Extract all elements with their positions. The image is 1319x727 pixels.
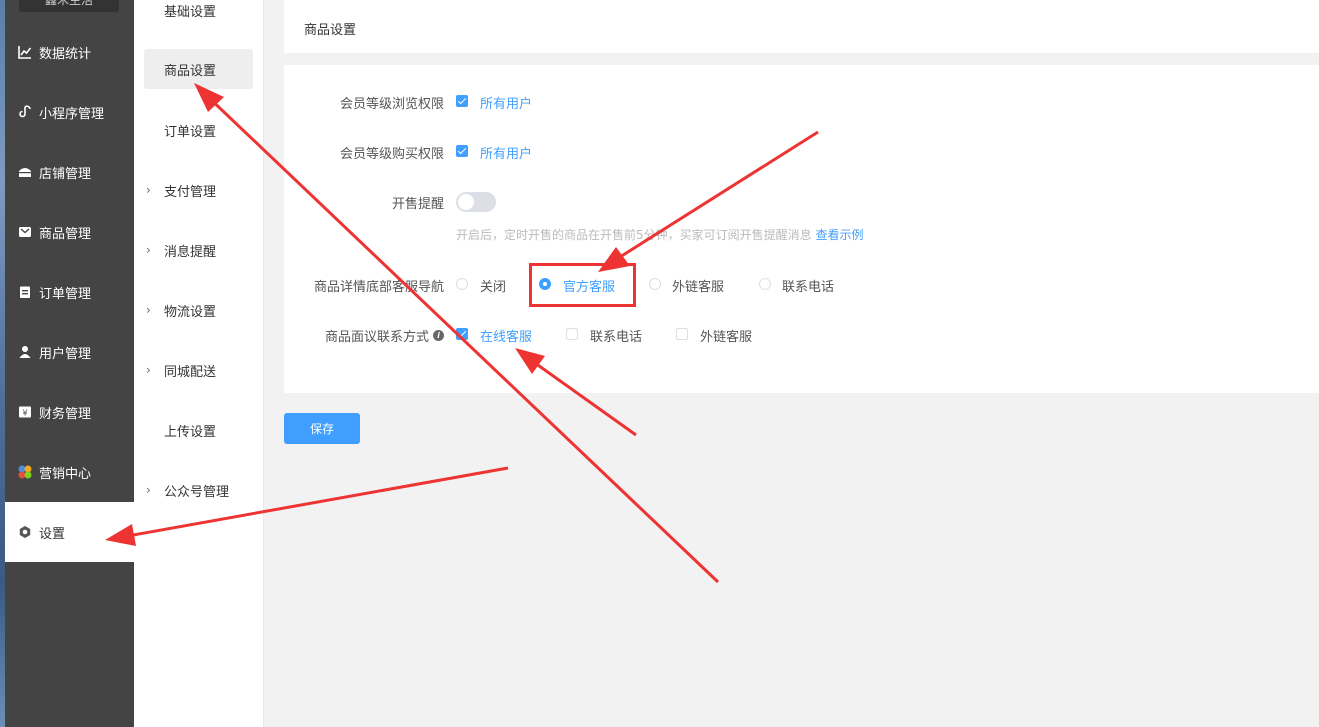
sidebar-item-label: 设置 [39, 526, 66, 542]
contact-phone-checkbox[interactable] [566, 328, 578, 340]
chevron-right-icon: › [146, 243, 151, 257]
subnav-item-messages[interactable]: › 消息提醒 [144, 230, 253, 270]
service-nav-label: 商品详情底部客服导航 [313, 280, 444, 295]
subnav-item-label: 订单设置 [164, 124, 217, 140]
sidebar-item-label: 数据统计 [39, 46, 92, 62]
settings-subnav: 基础设置 商品设置 订单设置 › 支付管理 › 消息提醒 › 物流设置 › 同城… [134, 0, 264, 727]
store-icon [17, 164, 33, 180]
browse-all-users-label[interactable]: 所有用户 [480, 93, 532, 112]
subnav-item-label: 物流设置 [164, 304, 217, 320]
chevron-right-icon: › [146, 183, 151, 197]
subnav-item-label: 上传设置 [164, 424, 217, 440]
service-nav-option-external[interactable]: 外链客服 [672, 276, 724, 295]
sidebar-item-finance[interactable]: ¥ 财务管理 [5, 382, 134, 442]
subnav-item-local-delivery[interactable]: › 同城配送 [144, 350, 253, 390]
sidebar-item-goods[interactable]: 商品管理 [5, 202, 134, 262]
sidebar-item-label: 用户管理 [39, 346, 92, 362]
user-icon [17, 344, 33, 360]
subnav-item-goods-settings[interactable]: 商品设置 [144, 49, 253, 89]
subnav-item-label: 支付管理 [164, 184, 217, 200]
sidebar-item-users[interactable]: 用户管理 [5, 322, 134, 382]
subnav-item-label: 消息提醒 [164, 244, 217, 260]
service-nav-radio-external[interactable] [649, 278, 661, 290]
contact-external-label[interactable]: 外链客服 [700, 326, 752, 345]
subnav-item-label: 基础设置 [164, 4, 217, 20]
logo: 鑫禾生活 [19, 0, 119, 12]
subnav-item-label: 同城配送 [164, 364, 217, 380]
buy-all-users-checkbox[interactable] [456, 145, 468, 157]
svg-text:¥: ¥ [22, 409, 27, 418]
service-nav-option-close[interactable]: 关闭 [480, 276, 506, 295]
main-sidebar: 鑫禾生活 数据统计 小程序管理 店铺管理 商品管理 订单管理 用户管理 ¥ 财务… [5, 0, 134, 727]
chart-line-icon [17, 44, 33, 60]
sidebar-item-miniapp[interactable]: 小程序管理 [5, 82, 134, 142]
subnav-item-upload[interactable]: 上传设置 [144, 410, 253, 450]
sidebar-item-label: 小程序管理 [39, 106, 105, 122]
contact-method-label: 商品面议联系方式 i [325, 326, 444, 345]
subnav-item-logistics[interactable]: › 物流设置 [144, 290, 253, 330]
service-nav-option-phone[interactable]: 联系电话 [782, 276, 834, 295]
view-example-link[interactable]: 查看示例 [815, 228, 863, 242]
annotation-highlight-box [529, 263, 636, 307]
sidebar-item-store[interactable]: 店铺管理 [5, 142, 134, 202]
gear-icon [17, 524, 33, 540]
chevron-right-icon: › [146, 483, 151, 497]
buy-all-users-label[interactable]: 所有用户 [480, 143, 532, 162]
sidebar-item-label: 订单管理 [39, 286, 92, 302]
contact-method-label-text: 商品面议联系方式 [324, 330, 429, 345]
browse-all-users-checkbox[interactable] [456, 95, 468, 107]
miniapp-icon [17, 104, 33, 120]
subnav-item-basic[interactable]: 基础设置 [144, 0, 253, 30]
sidebar-item-data-stats[interactable]: 数据统计 [5, 22, 134, 82]
toggle-knob [458, 194, 474, 210]
sidebar-item-marketing[interactable]: 营销中心 [5, 442, 134, 502]
page-title: 商品设置 [304, 23, 357, 38]
buy-permission-label: 会员等级购买权限 [339, 147, 444, 162]
subnav-item-official-account[interactable]: › 公众号管理 [144, 470, 253, 510]
contact-online-checkbox[interactable] [456, 328, 468, 340]
sale-reminder-hint: 开启后，定时开售的商品在开售前5分钟，买家可订阅开售提醒消息 查看示例 [456, 226, 863, 243]
chevron-right-icon: › [146, 363, 151, 377]
service-nav-radio-close[interactable] [456, 278, 468, 290]
order-icon [17, 284, 33, 300]
subnav-item-label: 商品设置 [164, 63, 217, 79]
goods-settings-form: 会员等级浏览权限 所有用户 会员等级购买权限 所有用户 开售提醒 开启后，定时开… [284, 65, 1319, 393]
info-icon[interactable]: i [433, 330, 444, 341]
contact-phone-label[interactable]: 联系电话 [590, 326, 642, 345]
logo-text: 鑫禾生活 [44, 0, 93, 7]
sidebar-item-label: 财务管理 [39, 406, 92, 422]
sale-reminder-label: 开售提醒 [391, 197, 444, 212]
finance-icon: ¥ [17, 404, 33, 420]
save-button[interactable]: 保存 [284, 413, 360, 444]
sidebar-item-label: 商品管理 [39, 226, 92, 242]
service-nav-radio-phone[interactable] [759, 278, 771, 290]
sidebar-item-orders[interactable]: 订单管理 [5, 262, 134, 322]
marketing-icon [17, 464, 33, 480]
subnav-item-payment[interactable]: › 支付管理 [144, 170, 253, 210]
subnav-item-order-settings[interactable]: 订单设置 [144, 110, 253, 150]
contact-external-checkbox[interactable] [676, 328, 688, 340]
sale-reminder-toggle[interactable] [456, 192, 496, 212]
chevron-right-icon: › [146, 303, 151, 317]
subnav-item-label: 公众号管理 [164, 484, 230, 500]
goods-icon [17, 224, 33, 240]
page-header: 商品设置 [284, 0, 1319, 53]
sidebar-item-label: 店铺管理 [39, 166, 92, 182]
sidebar-item-settings[interactable]: 设置 [5, 502, 134, 562]
sidebar-item-label: 营销中心 [39, 466, 92, 482]
contact-online-label[interactable]: 在线客服 [480, 326, 532, 345]
sale-reminder-hint-text: 开启后，定时开售的商品在开售前5分钟，买家可订阅开售提醒消息 [456, 228, 812, 242]
browse-permission-label: 会员等级浏览权限 [339, 97, 444, 112]
